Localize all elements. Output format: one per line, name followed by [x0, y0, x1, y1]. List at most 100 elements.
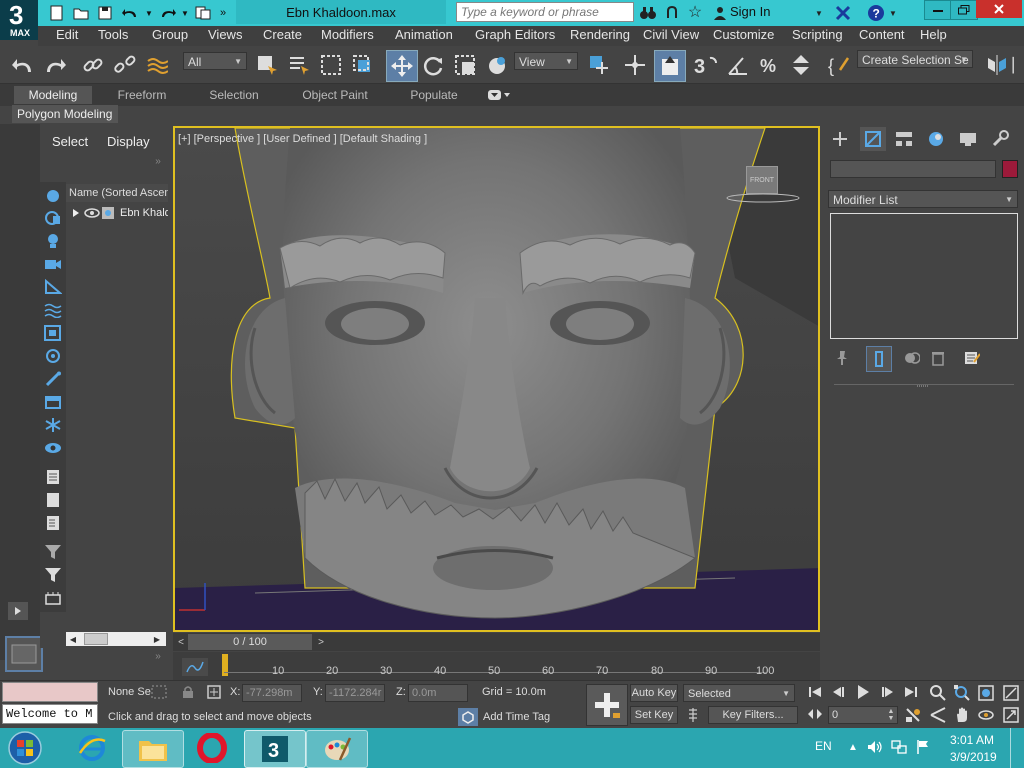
motion-tab-icon[interactable] — [924, 128, 948, 150]
save-icon[interactable] — [96, 4, 114, 22]
select-object-icon[interactable] — [254, 52, 280, 78]
spinner-snap-icon[interactable] — [788, 52, 814, 78]
menu-rendering[interactable]: Rendering — [570, 27, 630, 42]
selection-filter-dropdown[interactable]: All — [183, 52, 247, 71]
zoom-icon[interactable] — [928, 684, 948, 702]
utilities-tab-icon[interactable] — [988, 128, 1012, 150]
redo-icon[interactable] — [42, 52, 68, 78]
key-filters-button[interactable]: Key Filters... — [708, 706, 798, 724]
display-cameras-icon[interactable] — [44, 256, 62, 272]
zoom-all-icon[interactable] — [952, 684, 972, 702]
previous-frame-icon[interactable] — [830, 684, 848, 700]
modifier-list-dropdown[interactable]: Modifier List — [828, 190, 1018, 209]
show-desktop-button[interactable] — [1010, 728, 1024, 768]
go-to-start-icon[interactable] — [806, 684, 824, 700]
communication-center-icon[interactable] — [664, 4, 680, 22]
sign-in-dropdown-icon[interactable]: ▼ — [814, 4, 824, 22]
display-tab-icon[interactable] — [956, 128, 980, 150]
menu-help[interactable]: Help — [920, 27, 947, 42]
maxscript-listener-pink[interactable] — [2, 682, 98, 702]
time-slider-thumb[interactable]: 0 / 100 — [188, 634, 312, 650]
x-coord-field[interactable]: -77.298m — [242, 684, 302, 702]
bind-space-warp-icon[interactable] — [144, 52, 170, 78]
invert-display-icon[interactable] — [44, 515, 62, 531]
selection-lock-icon[interactable] — [180, 684, 196, 700]
expand-arrow-icon[interactable] — [70, 207, 82, 219]
play-icon[interactable] — [854, 683, 872, 701]
expand-panel-icon[interactable] — [8, 602, 28, 620]
favorites-star-icon[interactable]: ☆ — [686, 3, 704, 21]
ribbon-options-icon[interactable] — [486, 88, 512, 102]
display-groups-icon[interactable] — [44, 325, 62, 341]
select-manipulate-icon[interactable] — [622, 52, 648, 78]
display-containers-icon[interactable] — [44, 394, 62, 410]
visibility-eye-icon[interactable] — [84, 206, 100, 220]
menu-customize[interactable]: Customize — [713, 27, 774, 42]
mirror-icon[interactable] — [984, 52, 1010, 78]
hierarchy-tab-icon[interactable] — [892, 128, 916, 150]
help-dropdown-icon[interactable]: ▼ — [888, 4, 898, 22]
menu-tools[interactable]: Tools — [98, 27, 128, 42]
y-coord-field[interactable]: -1172.284r — [325, 684, 385, 702]
language-indicator[interactable]: EN — [815, 739, 832, 753]
pivot-center-icon[interactable] — [586, 52, 612, 78]
minimize-icon[interactable] — [924, 0, 952, 20]
snaps-toggle-icon[interactable]: 3 — [692, 52, 720, 78]
display-space-warps-icon[interactable] — [44, 302, 62, 318]
selected-filter-icon[interactable] — [44, 567, 62, 583]
z-coord-field[interactable]: 0.0m — [408, 684, 468, 702]
tab-modeling[interactable]: Modeling — [14, 86, 92, 104]
select-and-rotate-icon[interactable] — [420, 52, 446, 78]
paint-icon[interactable] — [306, 730, 368, 768]
redo-dropdown-icon[interactable]: ▼ — [180, 4, 190, 22]
tab-selection[interactable]: Selection — [196, 86, 272, 104]
link-icon[interactable] — [80, 52, 106, 78]
modifier-stack[interactable] — [830, 213, 1018, 339]
window-crossing-icon[interactable] — [350, 52, 376, 78]
isolate-selection-icon[interactable] — [150, 684, 168, 700]
scene-panel-collapse-icon[interactable]: » — [152, 154, 164, 168]
action-center-flag-icon[interactable] — [914, 738, 932, 756]
menu-edit[interactable]: Edit — [56, 27, 78, 42]
reference-coordinate-dropdown[interactable]: View — [514, 52, 578, 71]
undo-dropdown-icon[interactable]: ▼ — [144, 4, 154, 22]
menu-create[interactable]: Create — [263, 27, 302, 42]
zoom-extents-icon[interactable] — [976, 684, 996, 702]
scroll-left-icon[interactable]: ◀ — [68, 633, 78, 645]
show-hidden-icons-icon[interactable]: ▲ — [846, 740, 860, 754]
new-file-icon[interactable] — [48, 4, 66, 22]
polygon-modeling-panel[interactable]: Polygon Modeling — [12, 105, 118, 123]
create-tab-icon[interactable] — [828, 128, 852, 150]
tab-object-paint[interactable]: Object Paint — [290, 86, 380, 104]
pin-stack-icon[interactable] — [832, 348, 852, 368]
menu-content[interactable]: Content — [859, 27, 905, 42]
edit-named-selection-icon[interactable]: { — [826, 52, 852, 78]
frame-spinner-icon[interactable]: ▲ ▼ — [886, 707, 896, 723]
percent-snap-icon[interactable]: % — [756, 52, 784, 78]
menu-animation[interactable]: Animation — [395, 27, 453, 42]
time-next-icon[interactable]: > — [315, 635, 327, 649]
filter-funnel-icon[interactable] — [44, 544, 62, 560]
object-color-swatch[interactable] — [1002, 160, 1018, 178]
viewcube-ring[interactable] — [726, 193, 800, 203]
display-hidden-icon[interactable] — [44, 440, 62, 456]
maximize-viewport-icon[interactable] — [1000, 706, 1022, 724]
open-folder-icon[interactable] — [72, 4, 90, 22]
select-by-name-icon[interactable] — [286, 52, 312, 78]
pan-hand-icon[interactable] — [952, 706, 972, 724]
display-none-icon[interactable] — [44, 492, 62, 508]
display-shapes-icon[interactable] — [44, 210, 62, 226]
menu-graph-editors[interactable]: Graph Editors — [475, 27, 555, 42]
field-of-view-icon[interactable] — [928, 706, 948, 724]
next-frame-icon[interactable] — [878, 684, 896, 700]
zoom-extents-all-icon[interactable] — [1000, 684, 1022, 702]
configure-modifier-sets-icon[interactable] — [962, 348, 982, 368]
select-and-move-icon[interactable] — [386, 50, 418, 82]
scroll-right-icon[interactable]: ▶ — [152, 633, 162, 645]
modify-tab-icon[interactable] — [860, 127, 886, 151]
menu-group[interactable]: Group — [152, 27, 188, 42]
set-key-button[interactable]: Set Key — [630, 706, 678, 724]
absolute-mode-icon[interactable] — [206, 684, 222, 700]
project-folder-icon[interactable] — [194, 4, 212, 22]
clock-date[interactable]: 3/9/2019 — [950, 750, 997, 764]
